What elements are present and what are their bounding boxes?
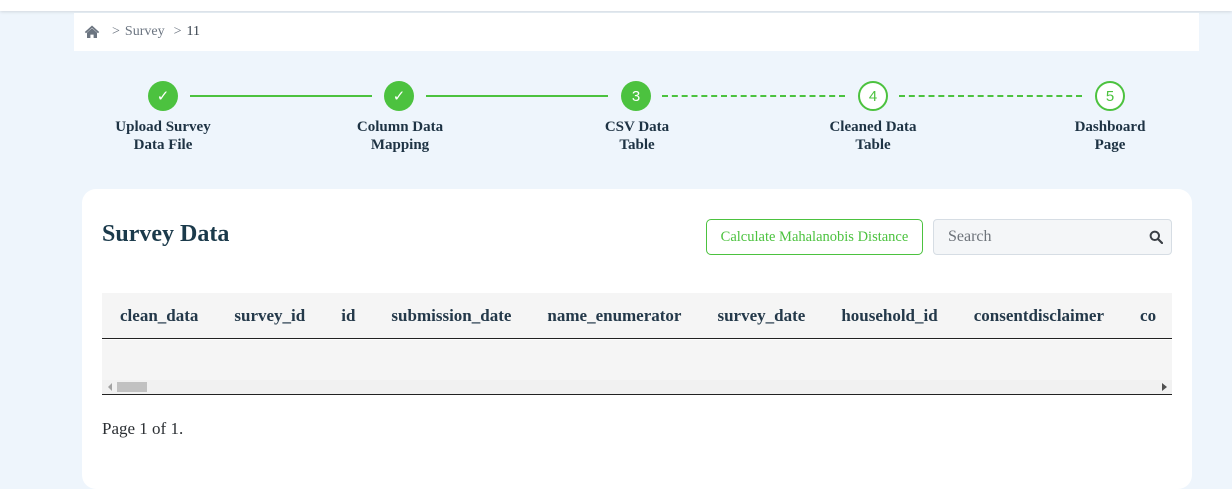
step-connector-completed [426, 95, 608, 97]
column-header[interactable]: household_id [823, 306, 955, 326]
step-1-label: Upload Survey Data File [115, 119, 211, 153]
scroll-right-icon[interactable] [1162, 383, 1167, 391]
card-title: Survey Data [102, 221, 230, 247]
horizontal-scrollbar[interactable] [102, 380, 1172, 395]
column-header[interactable]: survey_date [699, 306, 823, 326]
column-header[interactable]: consentdisclaimer [956, 306, 1122, 326]
column-header[interactable]: co [1122, 306, 1172, 326]
step-1-check-icon: ✓ [148, 81, 178, 111]
pagination-text: Page 1 of 1. [102, 419, 184, 438]
step-3-label: CSV Data Table [604, 119, 670, 153]
search-icon[interactable] [1149, 230, 1164, 245]
step-4-marker: 4 [858, 81, 888, 111]
column-header[interactable]: survey_id [216, 306, 323, 326]
column-header[interactable]: name_enumerator [529, 306, 699, 326]
progress-stepper: ✓ ✓ 3 4 5 Upload Survey Data File Column… [0, 0, 1232, 170]
column-header[interactable]: submission_date [373, 306, 529, 326]
table-header-row: clean_data survey_id id submission_date … [102, 293, 1172, 339]
column-header[interactable]: id [323, 306, 373, 326]
scroll-left-icon[interactable] [108, 383, 112, 391]
survey-table: clean_data survey_id id submission_date … [102, 293, 1172, 396]
search-input[interactable] [934, 228, 1134, 246]
search-box [933, 219, 1172, 255]
step-connector-completed [190, 95, 372, 97]
table-body-empty [102, 340, 1172, 380]
step-connector-pending [662, 95, 845, 97]
step-connector-pending [899, 95, 1082, 97]
step-4-label: Cleaned Data Table [829, 119, 917, 153]
step-3-marker: 3 [621, 81, 651, 111]
survey-data-card: Survey Data Calculate Mahalanobis Distan… [82, 189, 1192, 489]
step-5-marker: 5 [1095, 81, 1125, 111]
step-2-check-icon: ✓ [384, 81, 414, 111]
column-header[interactable]: clean_data [102, 306, 216, 326]
step-5-label: Dashboard Page [1074, 119, 1146, 153]
step-2-label: Column Data Mapping [356, 119, 444, 153]
scrollbar-thumb[interactable] [117, 382, 147, 392]
calculate-mahalanobis-button[interactable]: Calculate Mahalanobis Distance [706, 219, 923, 255]
